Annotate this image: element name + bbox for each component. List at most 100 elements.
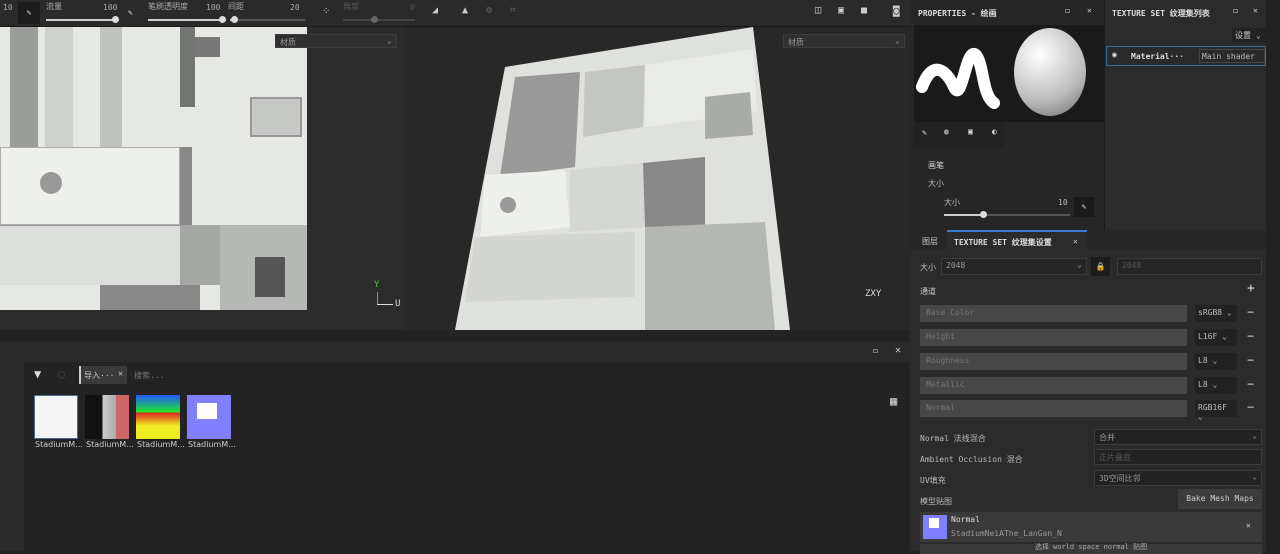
view-mode-icon[interactable]: ◫ (815, 5, 821, 16)
video-camera-icon[interactable]: ■ (861, 5, 867, 16)
ao-blend-label: Ambient Occlusion 混合 (920, 455, 1023, 464)
uv-texture-preview (0, 27, 307, 310)
channel-format-value: L8 (1198, 356, 1208, 365)
screenshot-camera-icon[interactable]: ◙ (893, 4, 900, 17)
maximize-icon[interactable]: ◻ (873, 346, 878, 355)
viewport-2d-channel-dropdown[interactable]: 材质 ⌄ (275, 34, 397, 48)
symmetry-icon[interactable]: ◢ (432, 5, 438, 16)
properties-title: PROPERTIES - 绘画 (918, 9, 997, 18)
channel-roughness[interactable]: Roughness (920, 353, 1187, 370)
shelf-search-input[interactable] (134, 366, 894, 384)
channel-format-dropdown[interactable]: L8 ⌄ (1195, 353, 1237, 370)
uv-padding-dropdown[interactable]: 3D空间比邻 ⌄ (1094, 470, 1262, 486)
size-slider[interactable] (944, 211, 1070, 218)
resolution-dropdown[interactable]: 2048 ⌄ (941, 258, 1087, 275)
properties-panel: PROPERTIES - 绘画 ◻ ✕ ✎ ◍ ▣ ◐ 画笔 大小 大小 10 … (910, 0, 1105, 230)
brush-icon[interactable]: ✎ (18, 2, 40, 24)
mirror-icon[interactable]: ▲ (462, 5, 468, 16)
select-world-normal-button[interactable]: 选择 world space normal 贴图 (920, 544, 1262, 554)
channels-label: 通道 (920, 287, 936, 296)
brush-section-label: 画笔 (928, 161, 944, 170)
flow-slider[interactable] (46, 16, 119, 23)
mesh-map-normal[interactable]: Normal StadiumNeiAThe_LanGan_N ✕ (920, 512, 1262, 542)
alpha-tab-icon[interactable]: ◍ (944, 127, 949, 136)
texture-set-list-panel: TEXTURE SET 纹理集列表 ◻ ✕ 设置 ⌄ ◉ Material···… (1106, 0, 1266, 230)
viewport-3d-channel-dropdown[interactable]: 材质 ⌄ (783, 34, 905, 48)
remove-channel-button[interactable]: − (1247, 305, 1254, 319)
remove-channel-button[interactable]: − (1247, 329, 1254, 343)
3d-viewport[interactable]: 材质 ⌄ ZXY (405, 27, 910, 330)
filter-icon[interactable]: ▼ (34, 367, 41, 381)
normal-map-thumbnail (923, 515, 947, 539)
shelf-tab-import[interactable]: 导入··· ✕ (79, 366, 127, 384)
brush-preview (914, 25, 1104, 122)
add-channel-button[interactable]: + (1247, 281, 1255, 296)
material-tab-icon[interactable]: ◐ (992, 127, 997, 136)
size-value: 10 (1058, 198, 1068, 207)
tab-texture-set-settings[interactable]: TEXTURE SET 纹理集设置 ✕ (947, 230, 1087, 250)
channel-height[interactable]: Height (920, 329, 1187, 346)
shader-dropdown[interactable]: Main shader (1199, 49, 1265, 63)
shader-value: Main shader (1202, 52, 1255, 61)
refresh-icon[interactable]: ○ (58, 367, 65, 381)
grid-view-icon[interactable]: ▦ (890, 394, 897, 408)
maximize-icon[interactable]: ◻ (1233, 6, 1238, 15)
opacity-slider[interactable] (148, 16, 226, 23)
close-icon[interactable]: ✕ (118, 369, 123, 378)
channel-base-color[interactable]: Base Color (920, 305, 1187, 322)
close-icon[interactable]: ✕ (1087, 6, 1092, 15)
channel-format-dropdown[interactable]: sRGB8 ⌄ (1195, 305, 1237, 322)
axis-u-label: U (395, 299, 401, 309)
visibility-eye-icon[interactable]: ◉ (1112, 50, 1117, 59)
bake-mesh-maps-button[interactable]: Bake Mesh Maps (1178, 489, 1262, 509)
channel-format-dropdown[interactable]: RGB16F ⌄ (1195, 400, 1237, 421)
mesh-map-name: Normal (951, 515, 980, 524)
close-icon[interactable]: ✕ (1253, 6, 1258, 15)
channel-format-dropdown[interactable]: L16F ⌄ (1195, 329, 1237, 346)
ao-blend-value: 正片叠底 (1099, 453, 1131, 462)
uv-padding-value: 3D空间比邻 (1099, 474, 1141, 483)
maximize-icon[interactable]: ◻ (1065, 6, 1070, 15)
normal-blend-dropdown[interactable]: 合并 ⌄ (1094, 429, 1262, 445)
remove-channel-button[interactable]: − (1247, 377, 1254, 391)
shelf-item-3[interactable] (187, 395, 231, 439)
shelf-item-2[interactable] (136, 395, 180, 439)
shelf-item-1[interactable] (85, 395, 129, 439)
settings-dropdown[interactable]: 设置 ⌄ (1232, 28, 1266, 42)
stencil-icon[interactable]: ⚙ (486, 5, 492, 16)
resolution-height-value: 2048 (1122, 261, 1142, 270)
viewport-3d-channel-value: 材质 (788, 38, 804, 47)
channel-normal[interactable]: Normal (920, 400, 1187, 417)
shelf-item-0[interactable] (34, 395, 78, 439)
tab-layers[interactable]: 图层 (922, 236, 938, 247)
angle-jitter-icon[interactable]: ⁘ (322, 6, 330, 17)
remove-channel-button[interactable]: − (1247, 400, 1254, 414)
texture-set-list-title: TEXTURE SET 纹理集列表 (1112, 9, 1210, 18)
lazy-mouse-icon[interactable]: ⌗ (510, 5, 516, 16)
close-icon[interactable]: ✕ (1246, 521, 1251, 530)
normal-blend-label: Normal 法线混合 (920, 434, 986, 443)
flow-value: 100 (103, 3, 118, 12)
ao-blend-dropdown: 正片叠底 (1094, 449, 1262, 465)
texture-set-row[interactable]: ◉ Material··· Main shader (1106, 46, 1266, 66)
lock-icon[interactable]: 🔒 (1091, 257, 1110, 276)
channel-format-dropdown[interactable]: L8 ⌄ (1195, 377, 1237, 394)
resolution-height-field: 2048 (1117, 258, 1262, 275)
remove-channel-button[interactable]: − (1247, 353, 1254, 367)
pen-pressure-button[interactable]: ✎ (1074, 197, 1094, 217)
stencil-tab-icon[interactable]: ▣ (968, 127, 973, 136)
camera-cube-icon[interactable]: ▣ (838, 5, 844, 16)
close-icon[interactable]: ✕ (895, 345, 901, 356)
size-group-label: 大小 (928, 179, 944, 188)
brush-size-value: 10 (3, 3, 13, 12)
brush-tab-icon[interactable]: ✎ (922, 128, 927, 137)
channel-metallic[interactable]: Metallic (920, 377, 1187, 394)
uv-2d-viewport[interactable]: 材质 ⌄ Y U (0, 27, 405, 330)
spacing-slider[interactable] (230, 16, 305, 23)
close-icon[interactable]: ✕ (1073, 237, 1078, 246)
axis-y-label: Y (374, 280, 380, 290)
shelf-item-label: StadiumM... (188, 440, 236, 449)
opacity-pen-icon: ✎ (128, 8, 133, 17)
angle-value: 0 (410, 3, 415, 12)
angle-slider[interactable] (343, 16, 415, 23)
